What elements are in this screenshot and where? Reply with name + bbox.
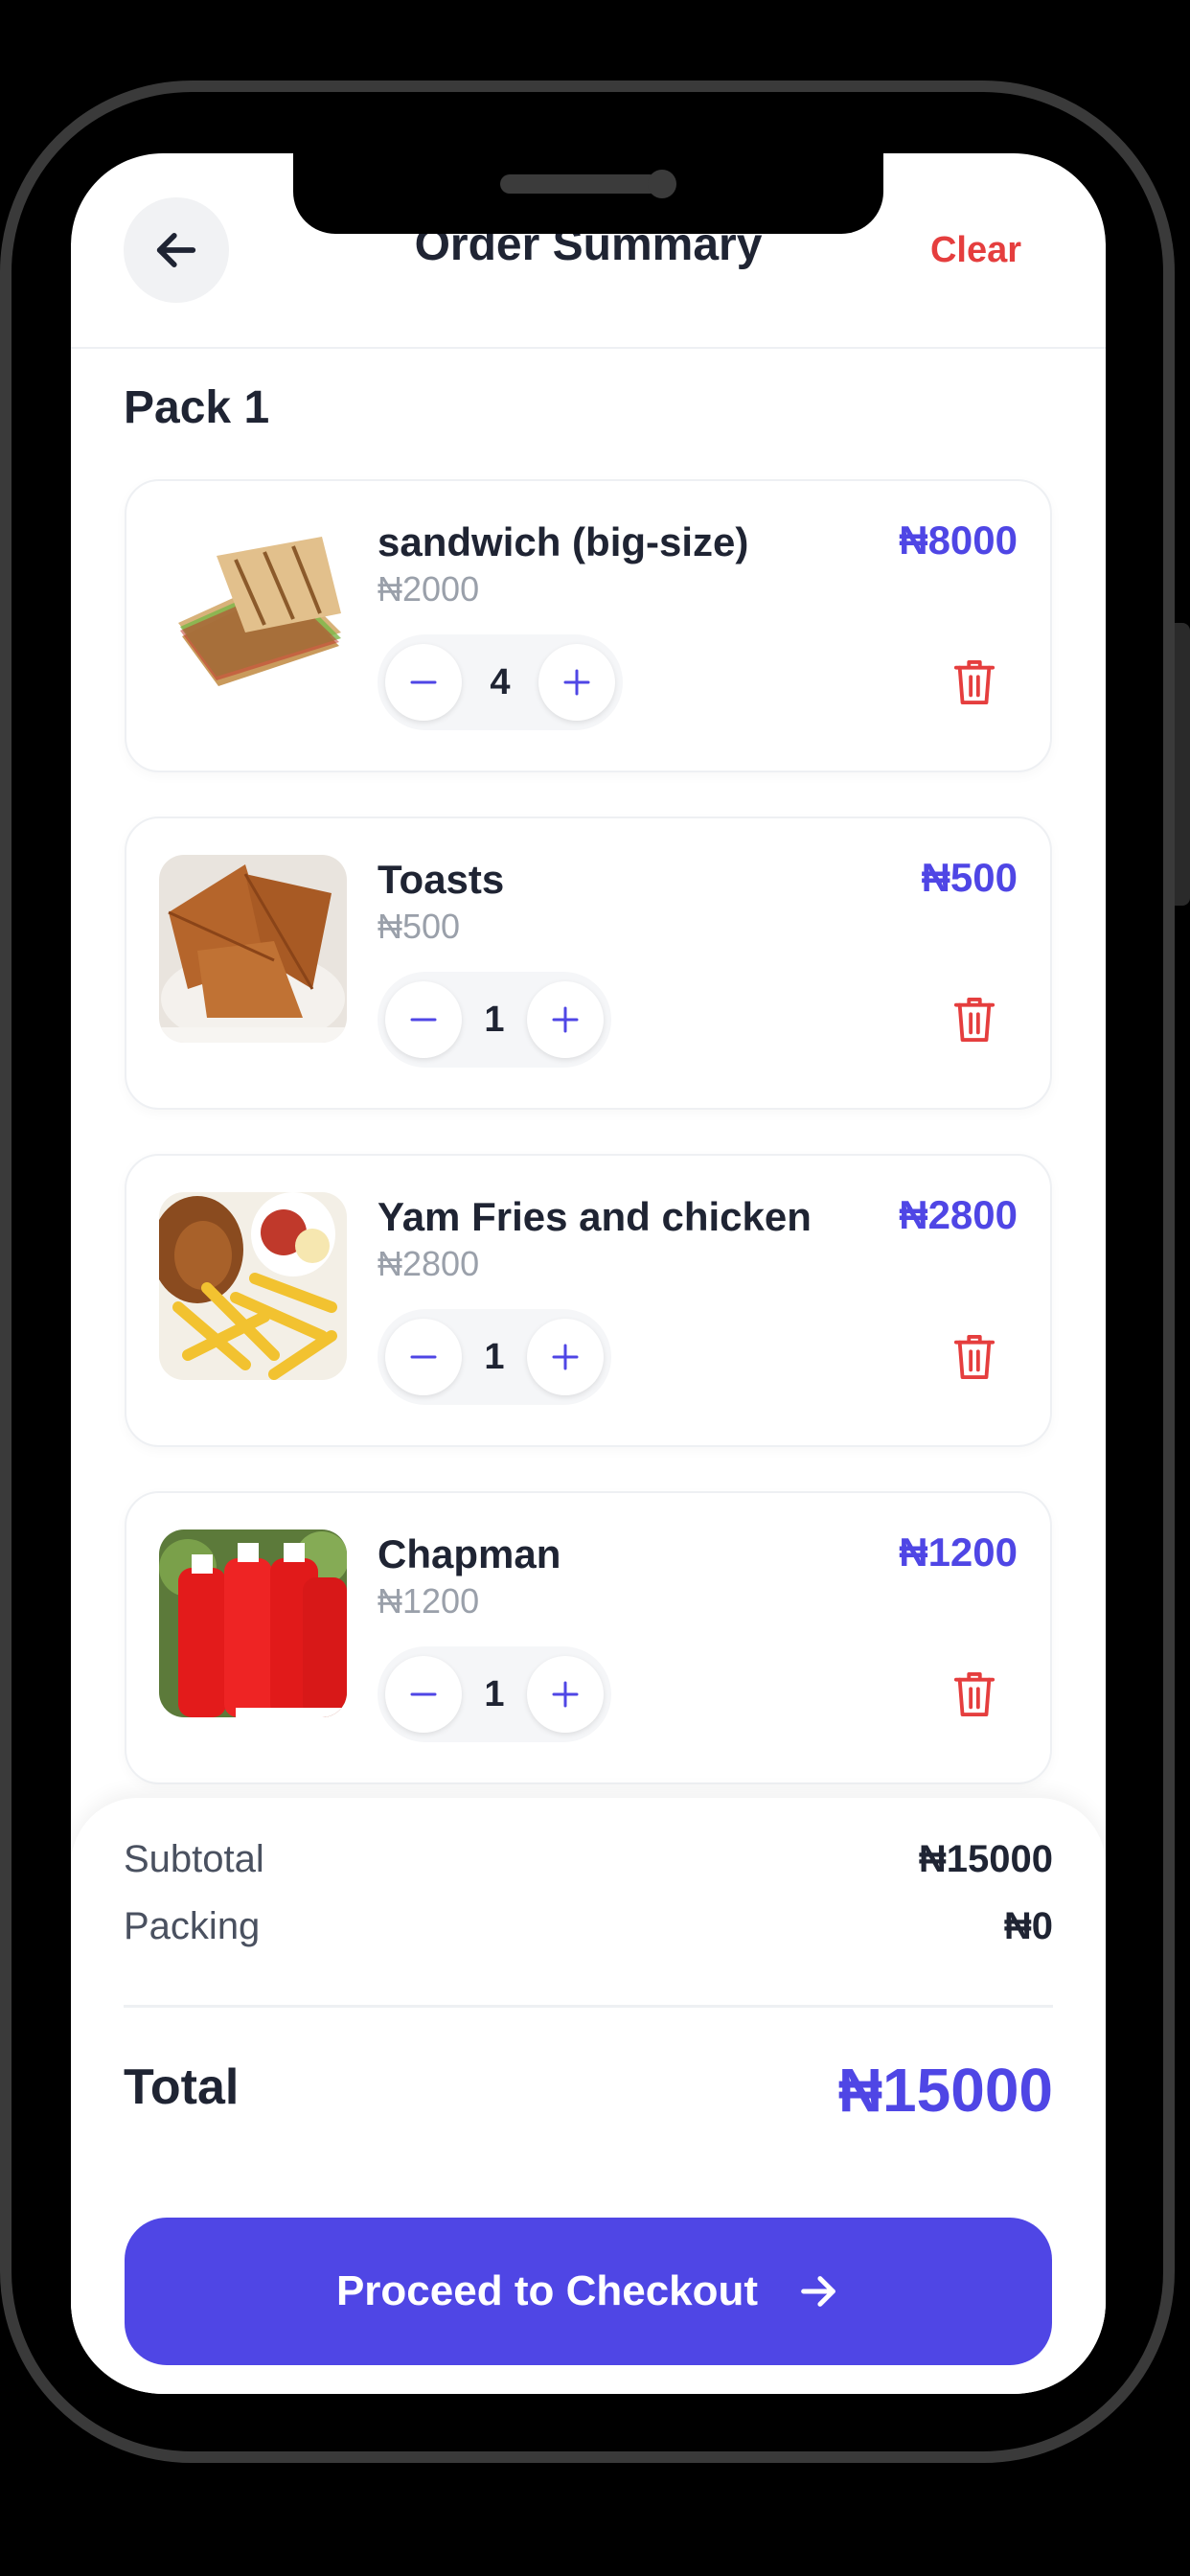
minus-icon [410, 1692, 437, 1696]
decrease-button[interactable] [385, 981, 462, 1058]
plus-icon [552, 1344, 579, 1370]
checkout-label: Proceed to Checkout [335, 2267, 759, 2314]
notch [293, 153, 883, 234]
trash-icon[interactable] [952, 657, 996, 707]
increase-button[interactable] [526, 1656, 604, 1733]
item-name: Yam Fries and chicken [378, 1194, 812, 1239]
plus-icon [552, 1006, 579, 1033]
item-unit-price: ₦2800 [378, 1244, 480, 1283]
quantity-value: 4 [490, 661, 511, 702]
packing-label: Packing [124, 1905, 261, 1947]
increase-button[interactable] [538, 644, 615, 721]
divider [124, 2005, 1053, 2008]
item-name: Toasts [378, 857, 505, 902]
increase-button[interactable] [526, 981, 604, 1058]
decrease-button[interactable] [385, 644, 462, 721]
minus-icon [410, 1018, 437, 1022]
plus-icon [552, 1681, 579, 1708]
trash-icon[interactable] [952, 995, 996, 1045]
clear-button[interactable]: Clear [930, 230, 1021, 271]
item-unit-price: ₦2000 [378, 569, 480, 609]
yam-fries-image [159, 1192, 347, 1380]
quantity-stepper: 1 [378, 1646, 611, 1742]
speaker-grille [500, 174, 659, 194]
order-summary-sheet: Subtotal ₦15000 Packing ₦0 Total ₦15000 … [71, 1798, 1106, 2394]
minus-icon [410, 680, 437, 684]
plus-icon [563, 669, 590, 696]
cart-item-card: Chapman ₦1200 ₦1200 1 [125, 1491, 1052, 1784]
toasts-image [159, 855, 347, 1043]
arrow-right-icon [801, 2276, 835, 2307]
trash-icon[interactable] [952, 1332, 996, 1382]
app-screen: Order Summary Clear Pack 1 sandwich (big… [71, 153, 1106, 2394]
quantity-value: 1 [484, 999, 505, 1040]
minus-icon [410, 1355, 437, 1359]
quantity-stepper: 1 [378, 1309, 611, 1405]
item-line-price: ₦500 [921, 855, 1018, 900]
trash-icon[interactable] [952, 1669, 996, 1719]
quantity-stepper: 4 [378, 634, 623, 730]
subtotal-label: Subtotal [124, 1838, 264, 1880]
pack-title: Pack 1 [124, 382, 270, 433]
cart-item-card: Yam Fries and chicken ₦2800 ₦2800 1 [125, 1154, 1052, 1447]
quantity-value: 1 [484, 1673, 505, 1714]
item-line-price: ₦1200 [899, 1530, 1018, 1575]
item-unit-price: ₦1200 [378, 1581, 480, 1621]
item-name: Chapman [378, 1531, 561, 1576]
chapman-image [159, 1530, 347, 1717]
front-camera [648, 170, 676, 198]
item-line-price: ₦8000 [899, 518, 1018, 563]
proceed-to-checkout-button[interactable]: Proceed to Checkout [125, 2218, 1052, 2365]
subtotal-value: ₦15000 [918, 1838, 1053, 1880]
cart-item-card: Toasts ₦500 ₦500 1 [125, 816, 1052, 1110]
increase-button[interactable] [526, 1319, 604, 1395]
item-unit-price: ₦500 [378, 907, 461, 946]
decrease-button[interactable] [385, 1656, 462, 1733]
cart-item-card: sandwich (big-size) ₦2000 ₦8000 4 [125, 479, 1052, 772]
total-label: Total [124, 2059, 240, 2115]
quantity-value: 1 [484, 1336, 505, 1377]
total-value: ₦15000 [837, 2056, 1053, 2125]
packing-value: ₦0 [1003, 1905, 1053, 1947]
item-line-price: ₦2800 [899, 1192, 1018, 1237]
decrease-button[interactable] [385, 1319, 462, 1395]
quantity-stepper: 1 [378, 972, 611, 1068]
item-name: sandwich (big-size) [378, 519, 749, 564]
sandwich-image [159, 518, 347, 705]
phone-side-button [1175, 623, 1190, 906]
